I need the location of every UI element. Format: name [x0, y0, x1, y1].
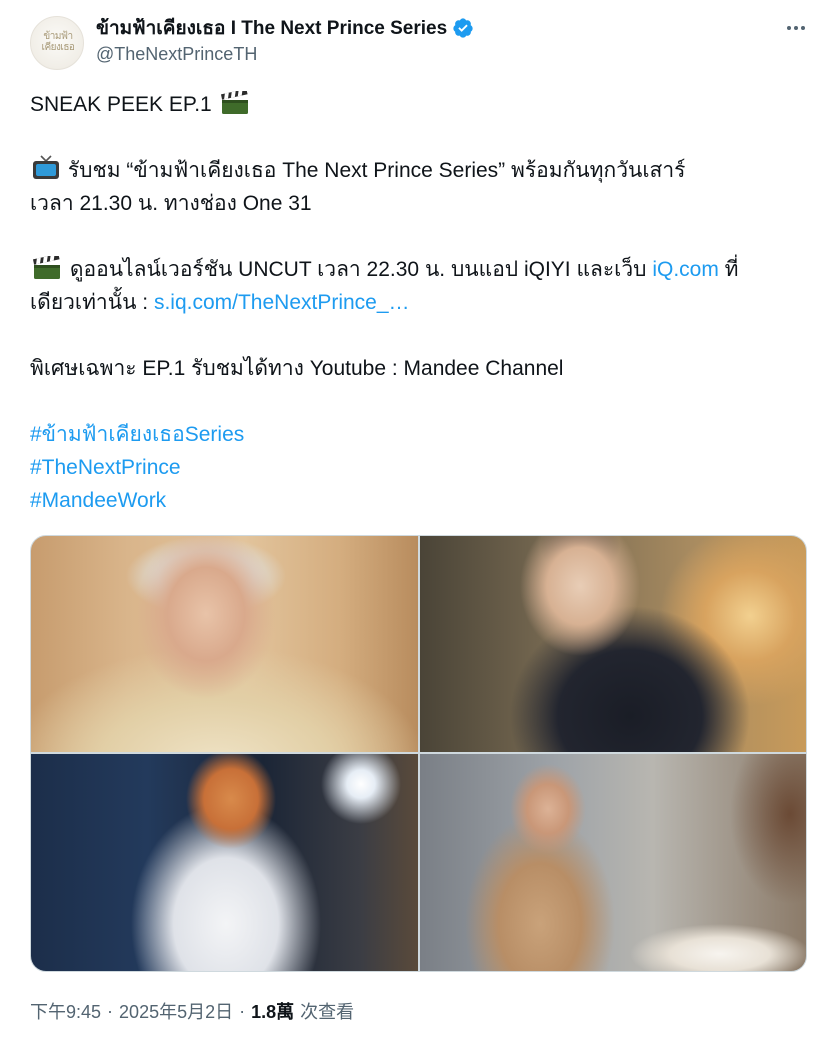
dot-icon	[787, 26, 791, 30]
television-icon	[33, 155, 59, 179]
tweet-line-url: เดียวเท่านั้น : s.iq.com/TheNextPrince_…	[30, 286, 800, 319]
views-label: 次查看	[300, 1002, 355, 1022]
tweet-line-title: SNEAK PEEK EP.1	[30, 88, 800, 121]
tweet-footer: 下午9:45 · 2025年5月2日 · 1.8萬 次查看	[30, 998, 354, 1024]
media-photo-man-dining[interactable]	[420, 754, 806, 971]
separator-dot: ·	[239, 1000, 246, 1021]
tweet-broadcast-time: เวลา 21.30 น. ทางช่อง One 31	[30, 192, 312, 215]
tweet-date[interactable]: 2025年5月2日	[119, 998, 233, 1024]
tweet-line-online: ดูออนไลน์เวอร์ชัน UNCUT เวลา 22.30 น. บน…	[30, 253, 800, 286]
iq-short-link[interactable]: s.iq.com/TheNextPrince_…	[154, 291, 410, 314]
hashtag-link[interactable]: #ข้ามฟ้าเคียงเธอSeries	[30, 418, 800, 451]
author-name-row[interactable]: ข้ามฟ้าเคียงเธอ I The Next Prince Series	[96, 16, 474, 40]
media-photo-prince-uniform[interactable]	[420, 536, 806, 752]
views-count: 1.8萬	[251, 1002, 295, 1022]
dot-icon	[794, 26, 798, 30]
tweet-time[interactable]: 下午9:45	[30, 998, 101, 1024]
hashtag-link[interactable]: #TheNextPrince	[30, 451, 800, 484]
more-options-button[interactable]	[782, 18, 810, 38]
tweet-youtube-text: พิเศษเฉพาะ EP.1 รับชมได้ทาง Youtube : Ma…	[30, 357, 564, 380]
media-photo-fencer[interactable]	[31, 754, 418, 971]
tweet-header: ข้ามฟ้า เคียงเธอ ข้ามฟ้าเคียงเธอ I The Ne…	[30, 14, 810, 74]
tweet-broadcast-text: รับชม “ข้ามฟ้าเคียงเธอ The Next Prince S…	[67, 159, 686, 182]
avatar-logo: ข้ามฟ้า เคียงเธอ	[41, 31, 75, 53]
clapper-board-icon	[32, 256, 60, 279]
dot-icon	[801, 26, 805, 30]
author-handle[interactable]: @TheNextPrinceTH	[96, 44, 257, 65]
avatar[interactable]: ข้ามฟ้า เคียงเธอ	[30, 16, 84, 70]
tweet-title-text: SNEAK PEEK EP.1	[30, 93, 212, 116]
tweet-online-text: ดูออนไลน์เวอร์ชัน UNCUT เวลา 22.30 น. บน…	[69, 258, 647, 281]
media-grid	[30, 535, 807, 972]
tweet-text: SNEAK PEEK EP.1 รับชม “ข้ามฟ้าเคียงเธอ T…	[30, 88, 800, 517]
media-photo-elderly-man[interactable]	[31, 536, 418, 752]
hashtag-link[interactable]: #MandeeWork	[30, 484, 800, 517]
tweet-online-suffix: ที่	[724, 258, 739, 281]
tweet-url-prefix: เดียวเท่านั้น :	[30, 291, 149, 314]
author-display-name[interactable]: ข้ามฟ้าเคียงเธอ I The Next Prince Series	[96, 13, 447, 43]
clapper-board-icon	[220, 91, 248, 114]
iq-com-link[interactable]: iQ.com	[652, 258, 719, 281]
verified-badge-icon	[453, 18, 473, 38]
tweet-line-broadcast: รับชม “ข้ามฟ้าเคียงเธอ The Next Prince S…	[30, 154, 800, 187]
separator-dot: ·	[107, 1000, 114, 1021]
